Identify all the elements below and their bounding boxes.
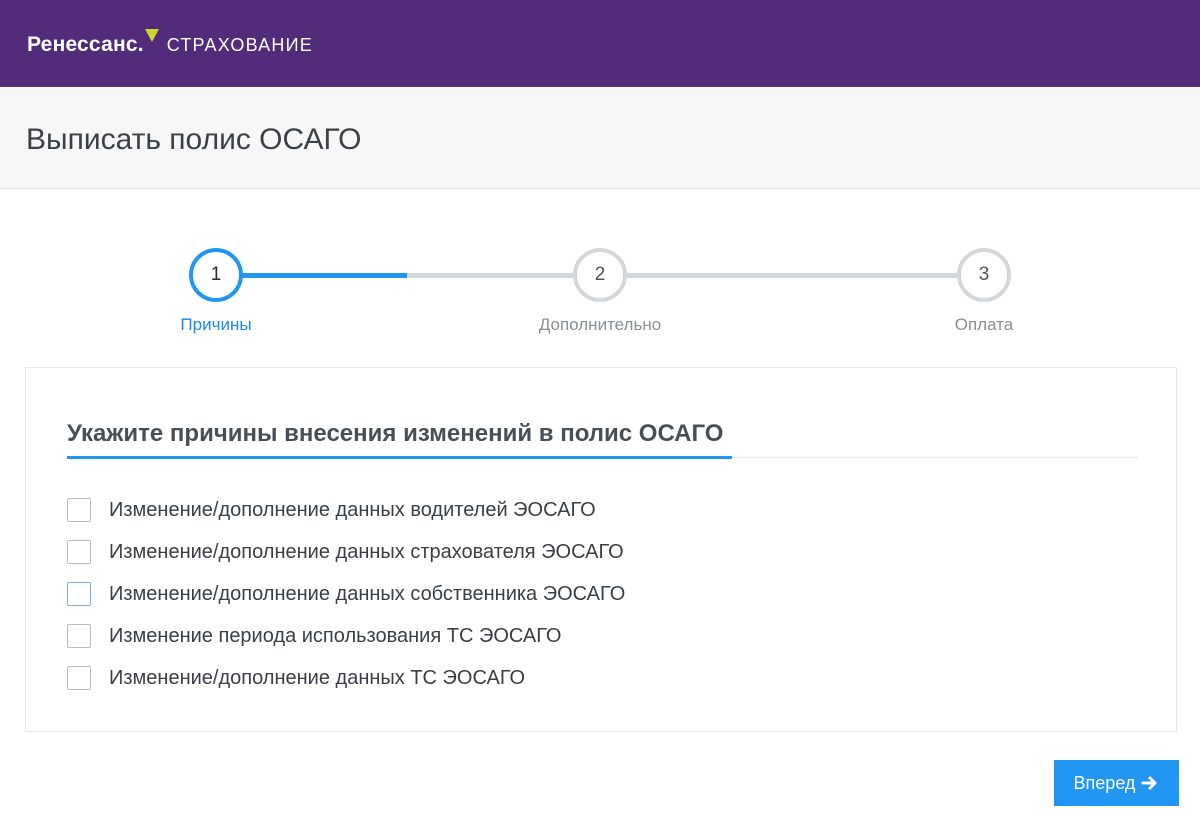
progress-stepper: 1 2 3 Причины Дополнительно Оплата (0, 248, 1200, 338)
logo-brand-text: Ренессанс. (27, 33, 144, 56)
title-bar: Выписать полис ОСАГО (0, 87, 1200, 189)
reason-option-label: Изменение/дополнение данных водителей ЭО… (109, 498, 596, 521)
logo-subtitle: СТРАХОВАНИЕ (166, 35, 313, 55)
reason-checkbox-vehicle[interactable] (67, 666, 91, 690)
reason-option-owner[interactable]: Изменение/дополнение данных собственника… (67, 582, 625, 606)
reason-checkbox-usage-period[interactable] (67, 624, 91, 648)
reason-checkbox-owner[interactable] (67, 582, 91, 606)
reason-option-drivers[interactable]: Изменение/дополнение данных водителей ЭО… (67, 498, 596, 522)
reason-option-label: Изменение/дополнение данных собственника… (109, 582, 626, 605)
brand-logo[interactable]: Ренессанс. СТРАХОВАНИЕ (27, 29, 313, 57)
page-title: Выписать полис ОСАГО (26, 123, 362, 156)
step-2-label: Дополнительно (538, 315, 662, 334)
step-3-circle[interactable]: 3 (957, 248, 1011, 302)
reasons-card: Укажите причины внесения изменений в пол… (25, 367, 1177, 732)
section-title-underline (67, 456, 732, 459)
reason-option-label: Изменение/дополнение данных страхователя… (109, 540, 624, 563)
step-connector-1-progress (240, 273, 407, 278)
step-2-circle[interactable]: 2 (573, 248, 627, 302)
logo-triangle-icon (144, 29, 159, 42)
reason-option-label: Изменение/дополнение данных ТС ЭОСАГО (109, 666, 526, 689)
reason-option-vehicle[interactable]: Изменение/дополнение данных ТС ЭОСАГО (67, 666, 525, 690)
next-button[interactable]: Вперед (1054, 760, 1179, 806)
arrow-right-icon (1141, 776, 1157, 790)
step-1-label: Причины (180, 315, 252, 334)
next-button-label: Вперед (1073, 772, 1136, 793)
reason-option-policyholder[interactable]: Изменение/дополнение данных страхователя… (67, 540, 624, 564)
step-3-label: Оплата (954, 315, 1014, 334)
reasons-section-title: Укажите причины внесения изменений в пол… (67, 420, 724, 447)
reason-option-usage-period[interactable]: Изменение периода использования ТС ЭОСАГ… (67, 624, 562, 648)
reason-checkbox-drivers[interactable] (67, 498, 91, 522)
step-connector-1 (240, 273, 576, 278)
top-header: Ренессанс. СТРАХОВАНИЕ (0, 0, 1200, 87)
step-connector-2 (624, 273, 960, 278)
step-1-circle[interactable]: 1 (189, 248, 243, 302)
reason-checkbox-policyholder[interactable] (67, 540, 91, 564)
reason-option-label: Изменение периода использования ТС ЭОСАГ… (109, 624, 562, 647)
